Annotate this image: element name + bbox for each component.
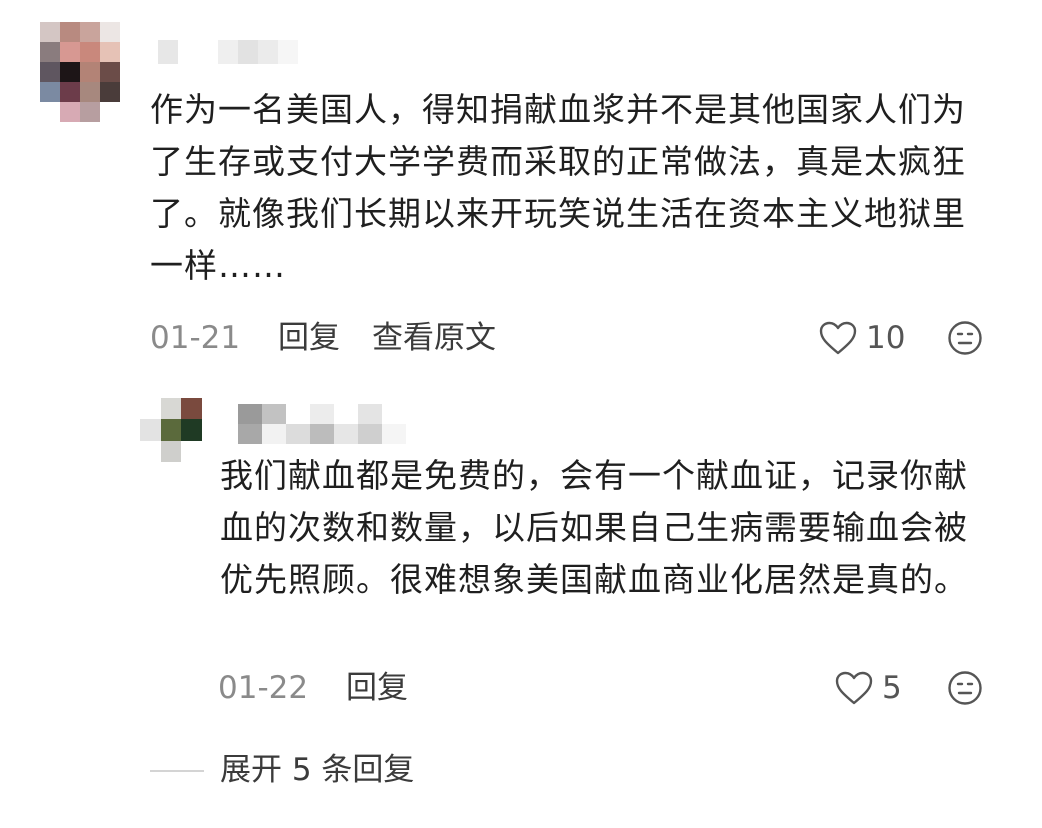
avatar[interactable] <box>40 22 120 122</box>
reply-button[interactable]: 回复 <box>278 318 340 358</box>
comment-text: 作为一名美国人，得知捐献血浆并不是其他国家人们为了生存或支付大学学费而采取的正常… <box>150 90 966 285</box>
reply-date: 01-22 <box>218 670 309 706</box>
expand-replies-button[interactable]: 展开 5 条回复 <box>220 750 414 790</box>
emoji-icon <box>948 321 982 355</box>
view-original-button[interactable]: 查看原文 <box>372 318 496 358</box>
username[interactable] <box>158 40 298 64</box>
heart-outline-icon <box>835 671 873 705</box>
like-button[interactable]: 10 <box>818 318 905 358</box>
reply-username[interactable] <box>238 404 406 444</box>
like-count: 10 <box>866 320 906 356</box>
comment-date: 01-21 <box>150 320 241 356</box>
reply-emoji-button[interactable] <box>947 670 983 710</box>
emoji-button[interactable] <box>947 320 983 360</box>
heart-outline-icon <box>819 321 857 355</box>
reply-avatar[interactable] <box>140 398 202 462</box>
divider <box>150 770 204 772</box>
reply-like-button[interactable]: 5 <box>834 668 902 708</box>
emoji-icon <box>948 671 982 705</box>
reply-text: 我们献血都是免费的，会有一个献血证，记录你献血的次数和数量，以后如果自己生病需要… <box>220 456 968 599</box>
reply-reply-button[interactable]: 回复 <box>346 668 408 708</box>
reply-like-count: 5 <box>882 670 902 706</box>
